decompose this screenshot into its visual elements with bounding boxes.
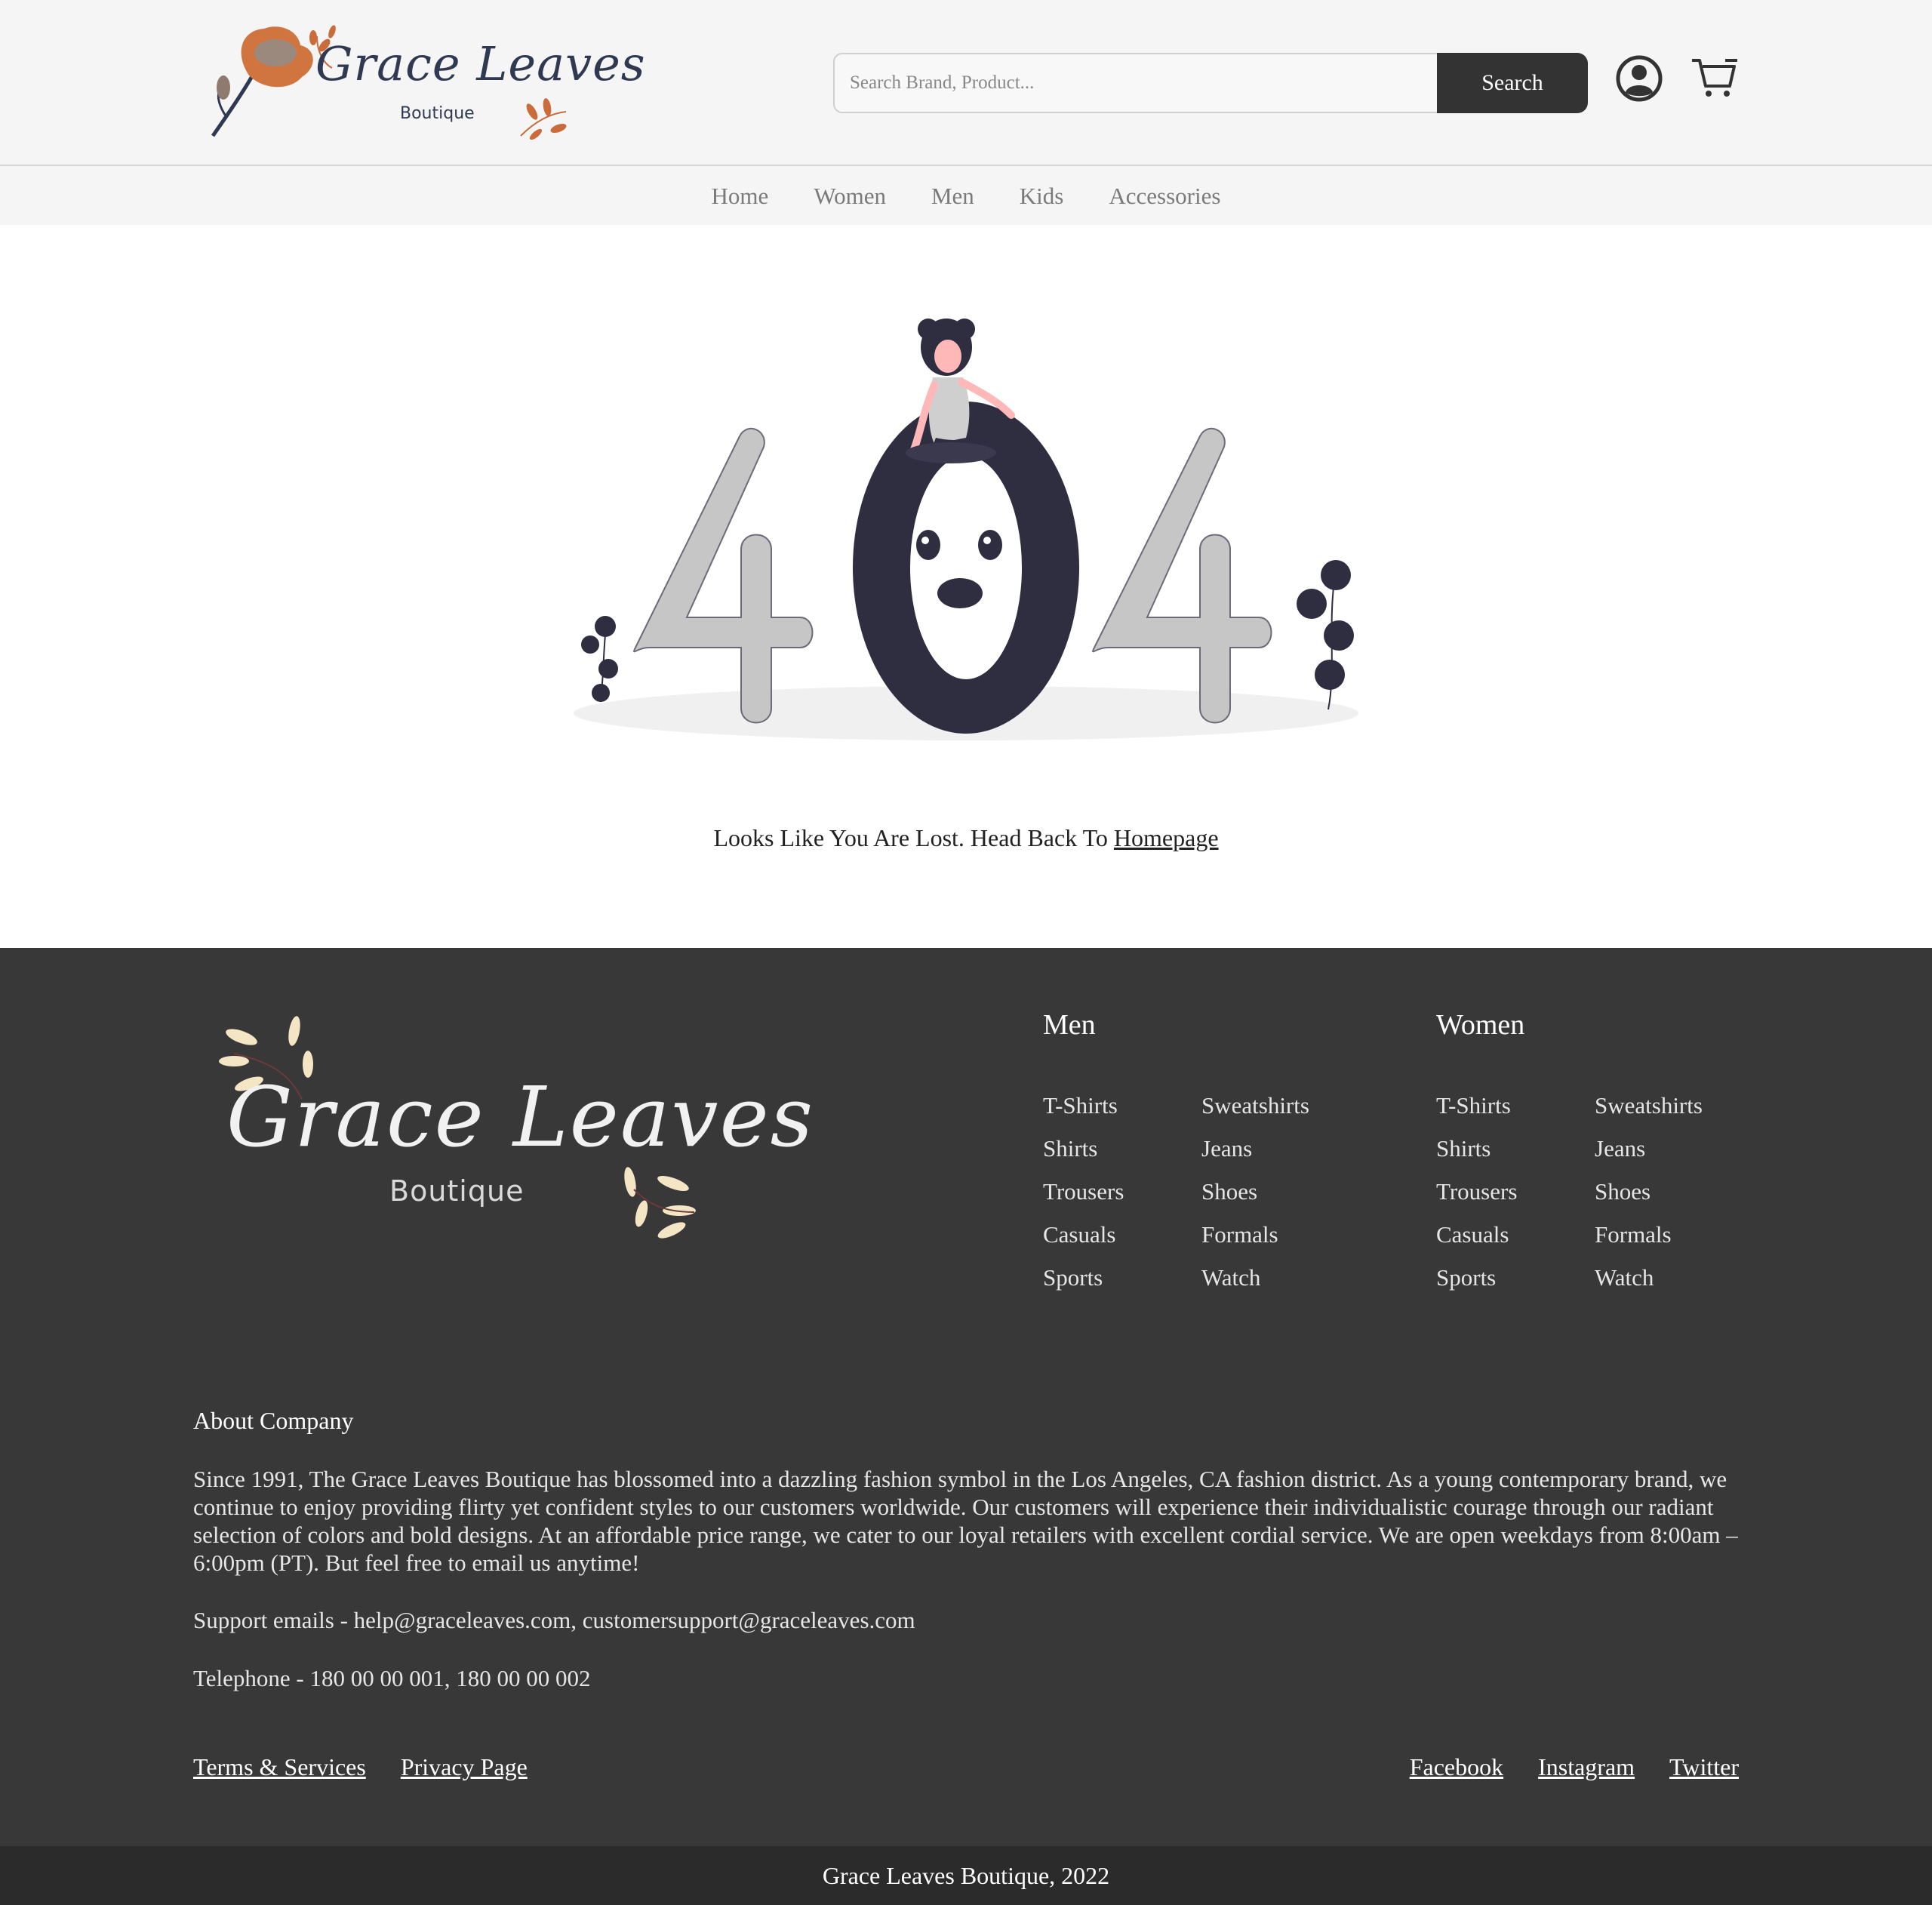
- footer-link[interactable]: Sports: [1043, 1256, 1124, 1299]
- site-footer: Grace Leaves Boutique Men T-Shirts Shirt…: [0, 948, 1932, 1846]
- privacy-link[interactable]: Privacy Page: [401, 1753, 528, 1780]
- footer-link[interactable]: Sweatshirts: [1201, 1084, 1309, 1127]
- copyright-bar: Grace Leaves Boutique, 2022: [0, 1846, 1932, 1905]
- footer-logo-wordmark: Grace Leaves: [226, 1069, 815, 1165]
- lost-girl-404-icon: [574, 319, 1358, 740]
- terms-link[interactable]: Terms & Services: [193, 1753, 366, 1780]
- footer-link[interactable]: Formals: [1201, 1213, 1309, 1256]
- nav-item-home[interactable]: Home: [712, 166, 769, 226]
- lost-message-text: Looks Like You Are Lost. Head Back To: [713, 824, 1114, 851]
- footer-link[interactable]: Jeans: [1595, 1127, 1703, 1170]
- footer-link[interactable]: Sweatshirts: [1595, 1084, 1703, 1127]
- footer-link[interactable]: Jeans: [1201, 1127, 1309, 1170]
- footer-link[interactable]: Casuals: [1436, 1213, 1517, 1256]
- facebook-link[interactable]: Facebook: [1410, 1753, 1503, 1780]
- footer-link[interactable]: Formals: [1595, 1213, 1703, 1256]
- footer-link[interactable]: Watch: [1595, 1256, 1703, 1299]
- nav-item-men[interactable]: Men: [931, 166, 974, 226]
- footer-women-heading: Women: [1436, 1009, 1525, 1041]
- shopping-cart-icon[interactable]: [1690, 57, 1739, 100]
- search-input[interactable]: [833, 53, 1437, 113]
- footer-women-list-2: Sweatshirts Jeans Shoes Formals Watch: [1595, 1084, 1703, 1299]
- footer-link[interactable]: Sports: [1436, 1256, 1517, 1299]
- social-links: Facebook Instagram Twitter: [1375, 1753, 1739, 1781]
- nav-item-women[interactable]: Women: [814, 166, 886, 226]
- telephone-numbers: Telephone - 180 00 00 001, 180 00 00 002: [193, 1665, 591, 1691]
- main-nav: Home Women Men Kids Accessories: [0, 166, 1932, 225]
- footer-link[interactable]: Shoes: [1595, 1170, 1703, 1213]
- search-bar: Search: [833, 53, 1588, 113]
- about-heading: About Company: [193, 1407, 354, 1434]
- footer-link[interactable]: Casuals: [1043, 1213, 1124, 1256]
- footer-link[interactable]: T-Shirts: [1043, 1084, 1124, 1127]
- footer-link[interactable]: Watch: [1201, 1256, 1309, 1299]
- error-404-illustration: [574, 309, 1358, 747]
- nav-item-kids[interactable]: Kids: [1020, 166, 1064, 226]
- footer-men-list-1: T-Shirts Shirts Trousers Casuals Sports: [1043, 1084, 1124, 1299]
- footer-men-list-2: Sweatshirts Jeans Shoes Formals Watch: [1201, 1084, 1309, 1299]
- user-account-icon[interactable]: [1615, 54, 1663, 103]
- search-button[interactable]: Search: [1437, 53, 1588, 113]
- homepage-link[interactable]: Homepage: [1114, 824, 1219, 851]
- footer-men-heading: Men: [1043, 1009, 1096, 1041]
- footer-link[interactable]: T-Shirts: [1436, 1084, 1517, 1127]
- footer-link[interactable]: Shirts: [1436, 1127, 1517, 1170]
- logo-wordmark: Grace Leaves: [315, 36, 646, 91]
- footer-link[interactable]: Trousers: [1436, 1170, 1517, 1213]
- nav-list: Home Women Men Kids Accessories: [0, 166, 1932, 225]
- footer-brand-logo: Grace Leaves Boutique: [211, 1016, 813, 1242]
- footer-link[interactable]: Trousers: [1043, 1170, 1124, 1213]
- brand-logo[interactable]: Grace Leaves Boutique: [204, 23, 645, 143]
- footer-women-list-1: T-Shirts Shirts Trousers Casuals Sports: [1436, 1084, 1517, 1299]
- lost-message: Looks Like You Are Lost. Head Back To Ho…: [0, 824, 1932, 852]
- top-header: Grace Leaves Boutique Search: [0, 0, 1932, 166]
- logo-subtitle: Boutique: [400, 104, 475, 123]
- footer-link[interactable]: Shoes: [1201, 1170, 1309, 1213]
- legal-links: Terms & Services Privacy Page: [193, 1753, 562, 1781]
- instagram-link[interactable]: Instagram: [1538, 1753, 1635, 1780]
- nav-item-accessories[interactable]: Accessories: [1109, 166, 1220, 226]
- footer-link[interactable]: Shirts: [1043, 1127, 1124, 1170]
- footer-logo-subtitle: Boutique: [389, 1174, 525, 1208]
- support-emails: Support emails - help@graceleaves.com, c…: [193, 1607, 915, 1633]
- about-text: Since 1991, The Grace Leaves Boutique ha…: [193, 1466, 1738, 1576]
- twitter-link[interactable]: Twitter: [1669, 1753, 1739, 1780]
